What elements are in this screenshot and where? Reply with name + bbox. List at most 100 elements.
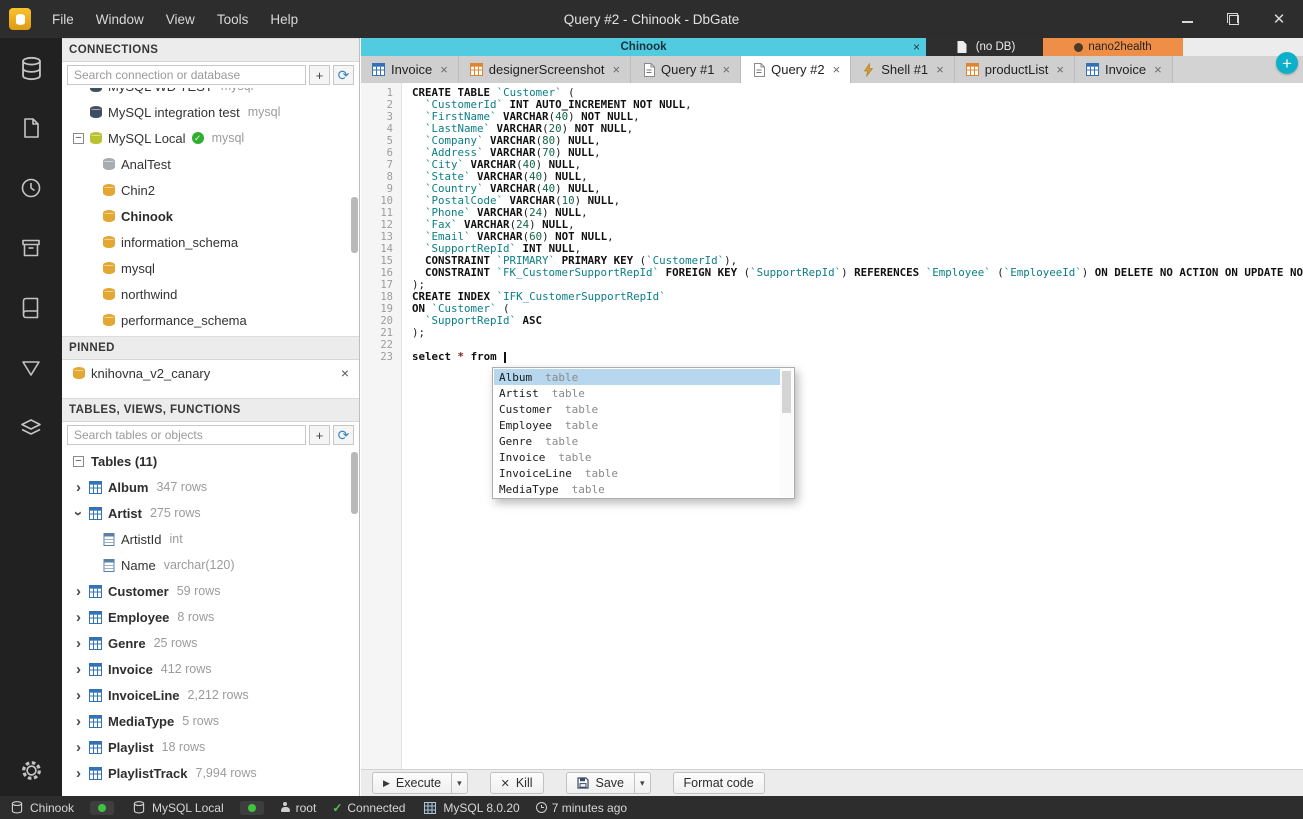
column-item-artistid[interactable]: ArtistId int — [62, 526, 359, 552]
table-item-playlist[interactable]: › Playlist 18 rows — [62, 734, 359, 760]
refresh-connections-icon[interactable]: ⟳ — [333, 65, 354, 85]
collapse-expander-icon[interactable]: − — [73, 455, 84, 467]
tree-group-tables[interactable]: − Tables (11) — [62, 448, 359, 474]
autocomplete-item-invoiceline[interactable]: InvoiceLine table — [494, 465, 793, 481]
statusbar-user[interactable]: root — [280, 801, 316, 815]
unpin-close-icon[interactable]: × — [341, 365, 349, 381]
chevron-right-icon[interactable]: › — [76, 480, 81, 495]
chevron-down-icon[interactable]: › — [70, 511, 87, 516]
chevron-right-icon[interactable]: › — [76, 662, 81, 677]
table-item-customer[interactable]: › Customer 59 rows — [62, 578, 359, 604]
kill-button[interactable]: ✕ Kill — [489, 772, 544, 794]
tabgroup-nano2health[interactable]: nano2health — [1043, 38, 1183, 56]
archive-icon[interactable] — [0, 218, 62, 278]
add-connection-button[interactable]: + — [309, 65, 330, 85]
chevron-right-icon[interactable]: › — [76, 714, 81, 729]
tab-shell-1[interactable]: Shell #1 × — [851, 56, 955, 83]
chevron-right-icon[interactable]: › — [76, 766, 81, 781]
scrollbar-thumb[interactable] — [351, 197, 358, 253]
pinned-item-knihovna-v2-canary[interactable]: knihovna_v2_canary × — [62, 360, 359, 386]
restore-button[interactable] — [1225, 11, 1241, 27]
history-icon[interactable] — [0, 158, 62, 218]
connection-item-chin2[interactable]: Chin2 — [62, 177, 359, 203]
menu-help[interactable]: Help — [259, 12, 309, 27]
menu-tools[interactable]: Tools — [206, 12, 260, 27]
connection-color-button[interactable] — [239, 800, 264, 815]
connection-item-mysql-local[interactable]: − MySQL Local ✓ mysql — [62, 125, 359, 151]
close-button[interactable]: ✕ — [1271, 11, 1287, 27]
menu-view[interactable]: View — [155, 12, 206, 27]
file-icon[interactable] — [0, 98, 62, 158]
tables-search-input[interactable] — [67, 425, 306, 445]
save-dropdown-button[interactable]: ▾ — [635, 772, 651, 794]
tab-query-2[interactable]: Query #2 × — [741, 56, 852, 83]
tab-close-icon[interactable]: × — [440, 62, 448, 77]
tab-close-icon[interactable]: × — [612, 62, 620, 77]
autocomplete-scrollbar[interactable] — [780, 369, 793, 497]
autocomplete-item-mediatype[interactable]: MediaType table — [494, 481, 793, 497]
gear-icon[interactable] — [0, 744, 62, 796]
menu-file[interactable]: File — [41, 12, 85, 27]
table-item-invoice[interactable]: › Invoice 412 rows — [62, 656, 359, 682]
column-item-name[interactable]: Name varchar(120) — [62, 552, 359, 578]
statusbar-connection[interactable]: MySQL Local — [130, 801, 224, 815]
execute-dropdown-button[interactable]: ▾ — [452, 772, 468, 794]
tab-invoice[interactable]: Invoice × — [361, 56, 459, 83]
connection-item-information-schema[interactable]: information_schema — [62, 229, 359, 255]
connection-item-analtest[interactable]: AnalTest — [62, 151, 359, 177]
connection-item-mysql-integration-test[interactable]: MySQL integration test mysql — [62, 99, 359, 125]
tabgroup-close-icon[interactable]: × — [913, 40, 920, 54]
database-icon[interactable] — [0, 38, 62, 98]
connection-item-mysql[interactable]: mysql — [62, 255, 359, 281]
scrollbar-thumb[interactable] — [782, 371, 791, 413]
table-item-artist[interactable]: › Artist 275 rows — [62, 500, 359, 526]
connection-item-mysql-wd-test[interactable]: MySQL WD TEST mysql — [62, 88, 359, 99]
new-tab-button[interactable]: + — [1276, 52, 1298, 74]
tab-close-icon[interactable]: × — [833, 62, 841, 77]
table-item-genre[interactable]: › Genre 25 rows — [62, 630, 359, 656]
funnel-icon[interactable] — [0, 338, 62, 398]
tabgroup-no-db[interactable]: (no DB) — [926, 38, 1043, 56]
tab-designerscreenshot[interactable]: designerScreenshot × — [458, 56, 632, 83]
refresh-tables-icon[interactable]: ⟳ — [333, 425, 354, 445]
execute-button[interactable]: ▶ Execute — [372, 772, 453, 794]
tabgroup-chinook[interactable]: Chinook × — [361, 38, 926, 56]
chevron-right-icon[interactable]: › — [76, 584, 81, 599]
tab-close-icon[interactable]: × — [723, 62, 731, 77]
tab-close-icon[interactable]: × — [936, 62, 944, 77]
tab-query-1[interactable]: Query #1 × — [631, 56, 742, 83]
chevron-right-icon[interactable]: › — [76, 610, 81, 625]
connection-search-input[interactable] — [67, 65, 306, 85]
table-item-playlisttrack[interactable]: › PlaylistTrack 7,994 rows — [62, 760, 359, 786]
add-table-button[interactable]: + — [309, 425, 330, 445]
layers-icon[interactable] — [0, 398, 62, 458]
chevron-right-icon[interactable]: › — [76, 688, 81, 703]
autocomplete-item-album[interactable]: Album table — [494, 369, 793, 385]
autocomplete-item-customer[interactable]: Customer table — [494, 401, 793, 417]
collapse-expander-icon[interactable]: − — [73, 132, 84, 144]
table-item-invoiceline[interactable]: › InvoiceLine 2,212 rows — [62, 682, 359, 708]
chevron-right-icon[interactable]: › — [76, 740, 81, 755]
autocomplete-item-genre[interactable]: Genre table — [494, 433, 793, 449]
tab-close-icon[interactable]: × — [1056, 62, 1064, 77]
autocomplete-item-invoice[interactable]: Invoice table — [494, 449, 793, 465]
statusbar-database[interactable]: Chinook — [8, 801, 74, 815]
tab-invoice[interactable]: Invoice × — [1074, 56, 1173, 83]
table-item-mediatype[interactable]: › MediaType 5 rows — [62, 708, 359, 734]
table-item-album[interactable]: › Album 347 rows — [62, 474, 359, 500]
connection-item-chinook[interactable]: Chinook — [62, 203, 359, 229]
scrollbar-thumb[interactable] — [351, 452, 358, 514]
menu-window[interactable]: Window — [85, 12, 155, 27]
connection-item-northwind[interactable]: northwind — [62, 281, 359, 307]
connection-item-performance-schema[interactable]: performance_schema — [62, 307, 359, 333]
book-icon[interactable] — [0, 278, 62, 338]
table-item-employee[interactable]: › Employee 8 rows — [62, 604, 359, 630]
tab-close-icon[interactable]: × — [1154, 62, 1162, 77]
format-code-button[interactable]: Format code — [672, 772, 765, 794]
connection-color-button[interactable] — [90, 800, 115, 815]
minimize-button[interactable] — [1179, 11, 1195, 27]
chevron-right-icon[interactable]: › — [76, 636, 81, 651]
autocomplete-item-artist[interactable]: Artist table — [494, 385, 793, 401]
autocomplete-item-employee[interactable]: Employee table — [494, 417, 793, 433]
save-button[interactable]: Save — [565, 772, 636, 794]
